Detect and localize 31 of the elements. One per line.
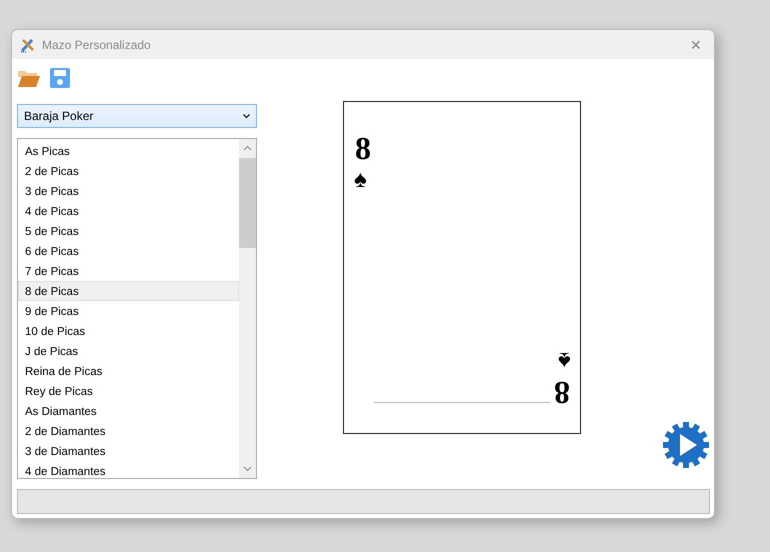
list-item[interactable]: 4 de Diamantes xyxy=(18,461,239,481)
window-title: Mazo Personalizado xyxy=(42,38,152,52)
list-item[interactable]: 7 de Picas xyxy=(18,261,239,281)
card-suit: ♠ xyxy=(354,168,367,192)
list-item[interactable]: 3 de Diamantes xyxy=(18,441,239,461)
list-item[interactable]: 5 de Picas xyxy=(18,221,239,241)
scroll-up-icon[interactable] xyxy=(243,144,252,153)
save-icon[interactable] xyxy=(49,67,71,89)
list-item[interactable]: J de Picas xyxy=(18,341,239,361)
play-gear-icon[interactable] xyxy=(662,421,710,469)
list-item[interactable]: 4 de Picas xyxy=(18,201,239,221)
tools-icon xyxy=(20,36,36,52)
list-item[interactable]: Reina de Picas xyxy=(18,361,239,381)
list-item[interactable]: 2 de Picas xyxy=(18,161,239,181)
list-item[interactable]: 10 de Picas xyxy=(18,321,239,341)
deck-dropdown[interactable]: Baraja Poker xyxy=(17,104,257,128)
card-suit: ♠ xyxy=(558,348,571,372)
list-item[interactable]: 9 de Picas xyxy=(18,301,239,321)
list-item[interactable]: Rey de Picas xyxy=(18,381,239,401)
scroll-down-icon[interactable] xyxy=(243,464,252,473)
folder-icon[interactable] xyxy=(17,68,41,88)
card-rank: 8 xyxy=(554,377,570,409)
scrollbar[interactable] xyxy=(239,139,256,478)
list-item[interactable]: As Diamantes xyxy=(18,401,239,421)
list-item[interactable]: 2 de Diamantes xyxy=(18,421,239,441)
card-rank: 8 xyxy=(355,132,371,164)
list-item[interactable]: 3 de Picas xyxy=(18,181,239,201)
list-item[interactable]: 6 de Picas xyxy=(18,241,239,261)
caret-icon xyxy=(243,114,250,118)
list-item[interactable]: 8 de Picas xyxy=(18,281,239,301)
list-item[interactable]: As Picas xyxy=(18,141,239,161)
